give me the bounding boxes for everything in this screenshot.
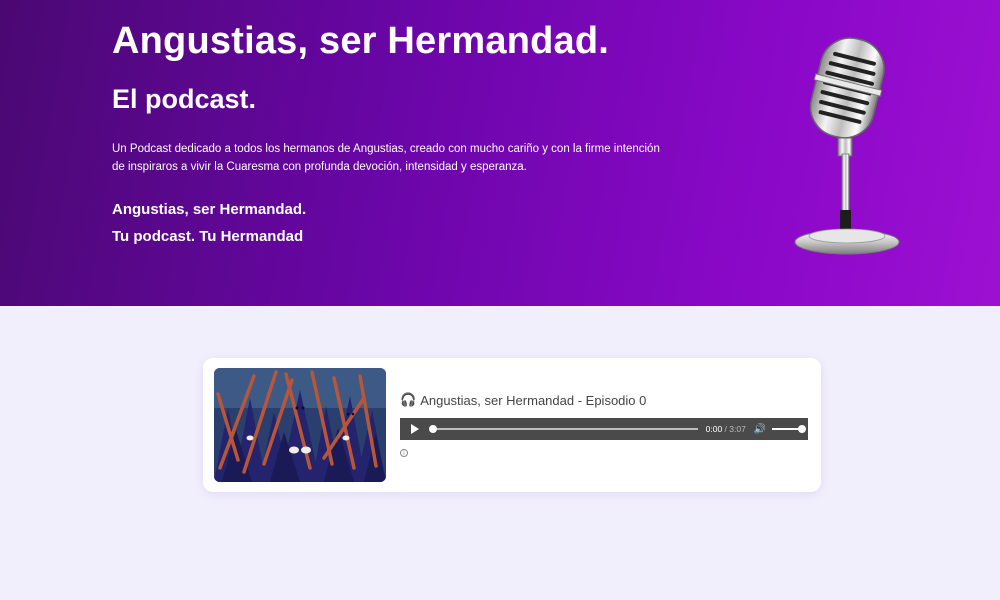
- episode-title-text: Angustias, ser Hermandad - Episodio 0: [420, 392, 647, 408]
- hero-tagline-1: Angustias, ser Hermandad.: [112, 201, 307, 218]
- volume-slider[interactable]: [772, 425, 806, 433]
- time-display: 0:00 / 3:07: [706, 424, 746, 434]
- microphone-icon: [794, 37, 900, 255]
- page-title: Angustias, ser Hermandad.: [112, 20, 610, 62]
- episode-thumbnail[interactable]: [214, 368, 386, 482]
- volume-handle[interactable]: [798, 425, 806, 433]
- page-subtitle: El podcast.: [112, 84, 257, 114]
- headphones-icon: 🎧: [400, 392, 417, 407]
- episode-title: 🎧 Angustias, ser Hermandad - Episodio 0: [400, 392, 646, 408]
- play-button[interactable]: [411, 424, 419, 434]
- volume-icon[interactable]: 🔊: [754, 424, 766, 435]
- progress-bar[interactable]: [429, 425, 698, 433]
- audio-player: 0:00 / 3:07 🔊: [400, 418, 808, 440]
- current-time: 0:00: [705, 424, 723, 434]
- hero-tagline-2: Tu podcast. Tu Hermandad: [112, 228, 304, 245]
- duration: 3:07: [729, 424, 746, 434]
- episode-card: 🎧 Angustias, ser Hermandad - Episodio 0 …: [203, 358, 821, 492]
- procession-photo: [214, 368, 386, 482]
- info-icon[interactable]: i: [400, 449, 408, 457]
- hero-description: Un Podcast dedicado a todos los hermanos…: [112, 143, 660, 173]
- hero-banner: Angustias, ser Hermandad. El podcast. Un…: [0, 0, 1000, 306]
- progress-handle[interactable]: [429, 425, 437, 433]
